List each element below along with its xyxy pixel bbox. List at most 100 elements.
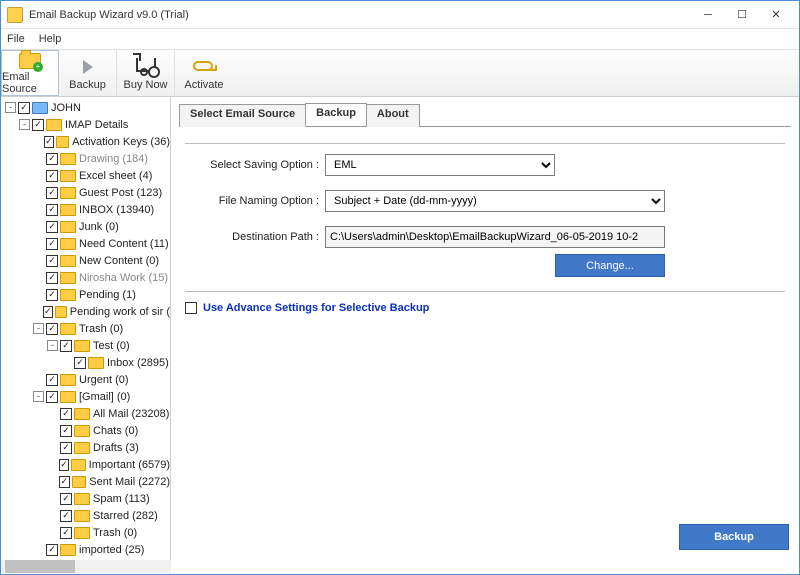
tree-checkbox[interactable]: ✓ bbox=[60, 442, 72, 454]
tree-node[interactable]: ✓Inbox (2895) bbox=[3, 354, 170, 371]
tab-select-email-source[interactable]: Select Email Source bbox=[179, 104, 306, 127]
naming-option-select[interactable]: Subject + Date (dd-mm-yyyy) bbox=[325, 190, 665, 212]
tree-node[interactable]: ✓Urgent (0) bbox=[3, 371, 170, 388]
naming-option-label: File Naming Option : bbox=[185, 195, 325, 207]
tree-twisty-icon bbox=[33, 170, 44, 181]
tree-checkbox[interactable]: ✓ bbox=[60, 340, 72, 352]
saving-option-label: Select Saving Option : bbox=[185, 159, 325, 171]
tree-label: Trash (0) bbox=[79, 323, 123, 335]
tree-checkbox[interactable]: ✓ bbox=[74, 357, 86, 369]
tree-node[interactable]: ✓Drawing (184) bbox=[3, 150, 170, 167]
toolbar-activate[interactable]: Activate bbox=[175, 50, 233, 96]
tree-checkbox[interactable]: ✓ bbox=[60, 493, 72, 505]
tree-node[interactable]: ✓Important (6579) bbox=[3, 456, 170, 473]
tree-node[interactable]: ✓Trash (0) bbox=[3, 524, 170, 541]
folder-icon bbox=[60, 187, 76, 199]
tree-checkbox[interactable]: ✓ bbox=[60, 510, 72, 522]
tree-checkbox[interactable]: ✓ bbox=[46, 238, 58, 250]
tree-node[interactable]: ✓All Mail (23208) bbox=[3, 405, 170, 422]
tree-twisty-icon[interactable]: - bbox=[33, 391, 44, 402]
tree-checkbox[interactable]: ✓ bbox=[44, 136, 54, 148]
tree-node[interactable]: ✓Need Content (11) bbox=[3, 235, 170, 252]
tree-node[interactable]: ✓ New Content (0) bbox=[3, 252, 170, 269]
tree-label: Spam (113) bbox=[93, 493, 150, 505]
tree-node[interactable]: ✓Starred (282) bbox=[3, 507, 170, 524]
tree-twisty-icon[interactable]: - bbox=[5, 102, 16, 113]
minimize-button[interactable]: ─ bbox=[691, 4, 725, 26]
folder-icon bbox=[74, 493, 90, 505]
toolbar-buynow[interactable]: Buy Now bbox=[117, 50, 175, 96]
folder-icon bbox=[60, 544, 76, 556]
play-icon bbox=[83, 60, 93, 74]
tree-checkbox[interactable]: ✓ bbox=[43, 306, 53, 318]
folder-icon bbox=[60, 170, 76, 182]
tree-twisty-icon[interactable]: - bbox=[47, 340, 58, 351]
tree-checkbox[interactable]: ✓ bbox=[46, 170, 58, 182]
tree-label: Pending work of sir ( bbox=[70, 306, 170, 318]
change-button[interactable]: Change... bbox=[555, 254, 665, 277]
tree-checkbox[interactable]: ✓ bbox=[46, 272, 58, 284]
tree-node[interactable]: ✓Chats (0) bbox=[3, 422, 170, 439]
tree-checkbox[interactable]: ✓ bbox=[46, 323, 58, 335]
close-button[interactable]: ✕ bbox=[759, 4, 793, 26]
tree-twisty-icon[interactable]: - bbox=[33, 323, 44, 334]
tree-node[interactable]: ✓Excel sheet (4) bbox=[3, 167, 170, 184]
tree-node[interactable]: -✓Test (0) bbox=[3, 337, 170, 354]
folder-icon bbox=[88, 357, 104, 369]
tree-checkbox[interactable]: ✓ bbox=[46, 374, 58, 386]
tree-node[interactable]: -✓ Trash (0) bbox=[3, 320, 170, 337]
tree-node[interactable]: ✓ imported (25) bbox=[3, 541, 170, 558]
tree-checkbox[interactable]: ✓ bbox=[46, 255, 58, 267]
tree-node[interactable]: ✓Drafts (3) bbox=[3, 439, 170, 456]
tree-checkbox[interactable]: ✓ bbox=[60, 527, 72, 539]
tree-label: New Content (0) bbox=[79, 255, 159, 267]
menu-help[interactable]: Help bbox=[39, 33, 62, 45]
backup-button[interactable]: Backup bbox=[679, 524, 789, 550]
menu-file[interactable]: File bbox=[7, 33, 25, 45]
tree-node[interactable]: ✓INBOX (13940) bbox=[3, 201, 170, 218]
tree-node[interactable]: ✓Sent Mail (2272) bbox=[3, 473, 170, 490]
tree-node[interactable]: ✓ Spam (113) bbox=[3, 490, 170, 507]
tree-checkbox[interactable]: ✓ bbox=[46, 289, 58, 301]
tree-checkbox[interactable]: ✓ bbox=[60, 408, 72, 420]
toolbar-backup[interactable]: Backup bbox=[59, 50, 117, 96]
tree-checkbox[interactable]: ✓ bbox=[59, 459, 70, 471]
tree-checkbox[interactable]: ✓ bbox=[18, 102, 30, 114]
tree-twisty-icon bbox=[33, 238, 44, 249]
tree-node[interactable]: -✓JOHN bbox=[3, 99, 170, 116]
tree-checkbox[interactable]: ✓ bbox=[32, 119, 44, 131]
tree-h-scrollbar[interactable] bbox=[1, 560, 171, 573]
saving-option-select[interactable]: EML bbox=[325, 154, 555, 176]
tree-checkbox[interactable]: ✓ bbox=[46, 204, 58, 216]
tree-checkbox[interactable]: ✓ bbox=[46, 544, 58, 556]
folder-icon bbox=[74, 442, 90, 454]
toolbar-backup-label: Backup bbox=[69, 79, 106, 91]
tree-twisty-icon[interactable]: - bbox=[19, 119, 30, 130]
maximize-button[interactable]: ☐ bbox=[725, 4, 759, 26]
tree-twisty-icon bbox=[47, 510, 58, 521]
tree-node[interactable]: ✓Activation Keys (36) bbox=[3, 133, 170, 150]
advance-label: Use Advance Settings for Selective Backu… bbox=[203, 302, 429, 314]
advance-checkbox[interactable] bbox=[185, 302, 197, 314]
advance-settings-row[interactable]: Use Advance Settings for Selective Backu… bbox=[185, 302, 785, 314]
tree-node[interactable]: ✓Nirosha Work (15) bbox=[3, 269, 170, 286]
tree-checkbox[interactable]: ✓ bbox=[59, 476, 70, 488]
tree-node[interactable]: ✓Guest Post (123) bbox=[3, 184, 170, 201]
tree-label: imported (25) bbox=[79, 544, 144, 556]
tree-node[interactable]: ✓Pending (1) bbox=[3, 286, 170, 303]
tree-node[interactable]: -✓[Gmail] (0) bbox=[3, 388, 170, 405]
tree-checkbox[interactable]: ✓ bbox=[60, 425, 72, 437]
tree-node[interactable]: ✓Junk (0) bbox=[3, 218, 170, 235]
tree-node[interactable]: -✓IMAP Details bbox=[3, 116, 170, 133]
tree-checkbox[interactable]: ✓ bbox=[46, 187, 58, 199]
tab-about[interactable]: About bbox=[366, 104, 420, 127]
tree-checkbox[interactable]: ✓ bbox=[46, 221, 58, 233]
destination-input[interactable] bbox=[325, 226, 665, 248]
tab-backup[interactable]: Backup bbox=[305, 103, 367, 126]
tree-checkbox[interactable]: ✓ bbox=[46, 153, 58, 165]
folder-tree[interactable]: -✓JOHN-✓IMAP Details✓Activation Keys (36… bbox=[1, 97, 171, 560]
folder-icon bbox=[60, 255, 76, 267]
tree-node[interactable]: ✓ Pending work of sir ( bbox=[3, 303, 170, 320]
toolbar-emailsource[interactable]: + Email Source bbox=[1, 50, 59, 96]
tree-checkbox[interactable]: ✓ bbox=[46, 391, 58, 403]
